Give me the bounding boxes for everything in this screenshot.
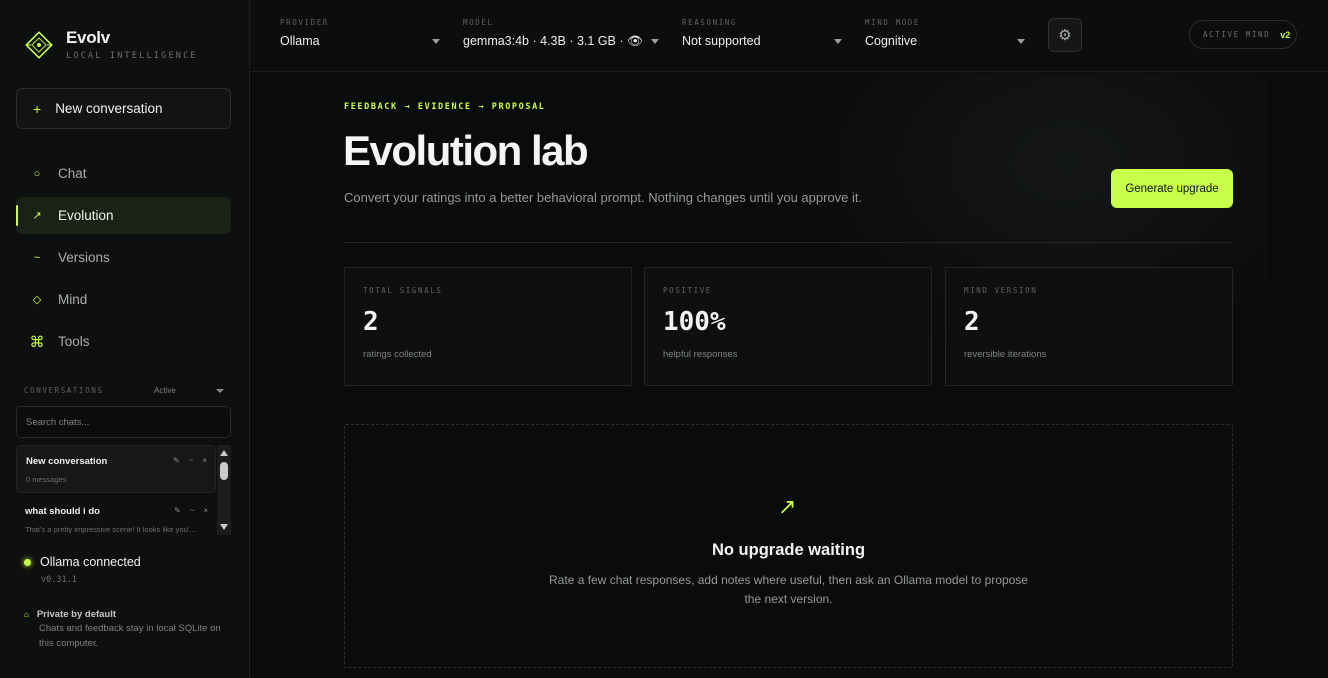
evolv-logo-icon: [24, 30, 54, 60]
mind-mode-label: MIND MODE: [865, 18, 921, 27]
evolution-lab-panel: FEEDBACK → EVIDENCE → PROPOSAL Evolution…: [250, 73, 1328, 678]
conversations-label: CONVERSATIONS: [24, 386, 104, 395]
stat-description: reversible iterations: [964, 349, 1047, 360]
scroll-down-icon[interactable]: [220, 524, 228, 530]
scroll-thumb[interactable]: [220, 462, 228, 480]
settings-button[interactable]: ⚙: [1048, 18, 1082, 52]
conversation-scrollbar[interactable]: [217, 445, 231, 535]
sidebar-item-label: Tools: [58, 334, 90, 349]
arrow-up-right-icon: ↗: [32, 210, 42, 222]
active-mind-label: ACTIVE MIND: [1203, 30, 1271, 39]
provider-label: PROVIDER: [280, 18, 329, 27]
reasoning-value: Not supported: [682, 34, 761, 48]
sidebar-item-chat[interactable]: ○ Chat: [16, 155, 231, 192]
brand-name: Evolv: [66, 28, 110, 47]
tilde-icon: ~: [33, 251, 41, 264]
model-value: gemma3:4b · 4.3B · 3.1 GB · 👁: [463, 34, 643, 48]
tilde-icon[interactable]: ~: [189, 456, 194, 465]
reasoning-select[interactable]: REASONING Not supported: [682, 18, 842, 48]
tilde-icon[interactable]: ~: [190, 506, 195, 515]
mind-mode-value: Cognitive: [865, 34, 918, 48]
stat-label: MIND VERSION: [964, 286, 1038, 295]
plus-icon: +: [33, 100, 42, 117]
close-icon[interactable]: ×: [202, 456, 207, 465]
search-chats-input[interactable]: [16, 406, 231, 438]
sidebar-item-label: Mind: [58, 292, 88, 307]
conversation-meta: That's a pretty impressive scene! It loo…: [25, 525, 196, 534]
edit-icon[interactable]: ✎: [174, 506, 181, 515]
generate-upgrade-button[interactable]: Generate upgrade: [1111, 169, 1233, 208]
scroll-up-icon[interactable]: [220, 450, 228, 456]
sidebar-item-label: Chat: [58, 166, 87, 181]
sidebar: Evolv LOCAL INTELLIGENCE + New conversat…: [0, 0, 250, 678]
home-icon: ⌂: [24, 610, 29, 619]
conversation-meta: 0 messages: [26, 475, 67, 484]
conversation-filter-select[interactable]: Active: [154, 386, 224, 395]
arrow-up-right-icon: ↗: [778, 494, 797, 519]
diamond-icon: ◇: [32, 294, 42, 306]
provider-value: Ollama: [280, 34, 320, 48]
stat-value: 100%: [663, 307, 726, 337]
conversations-header: CONVERSATIONS Active: [24, 386, 224, 395]
stat-description: ratings collected: [363, 349, 432, 360]
chevron-down-icon[interactable]: [1017, 39, 1025, 44]
list-item[interactable]: what should i do That's a pretty impress…: [16, 496, 216, 535]
stat-card-mind-version: MIND VERSION 2 reversible iterations: [945, 267, 1233, 386]
stat-value: 2: [363, 307, 379, 337]
chevron-down-icon: [216, 388, 224, 393]
provider-select[interactable]: PROVIDER Ollama: [280, 18, 440, 48]
brand-subtitle: LOCAL INTELLIGENCE: [66, 51, 198, 61]
stat-description: helpful responses: [663, 349, 738, 360]
connection-status: Ollama connected v0.31.1: [24, 555, 141, 585]
active-mind-badge: ACTIVE MIND v2: [1189, 20, 1297, 49]
empty-state: ↗ No upgrade waiting Rate a few chat res…: [344, 424, 1233, 668]
stat-label: TOTAL SIGNALS: [363, 286, 443, 295]
status-dot-icon: [24, 558, 31, 566]
conversation-list: New conversation 0 messages ✎ ~ × what s…: [16, 445, 231, 535]
chevron-down-icon[interactable]: [834, 39, 842, 44]
mind-mode-select[interactable]: MIND MODE Cognitive: [865, 18, 1025, 48]
eyebrow: FEEDBACK → EVIDENCE → PROPOSAL: [344, 102, 546, 112]
empty-state-description: Rate a few chat responses, add notes whe…: [549, 573, 1028, 606]
privacy-title: Private by default: [36, 609, 117, 620]
page-subtitle: Convert your ratings into a better behav…: [344, 190, 863, 205]
model-select[interactable]: MODEL gemma3:4b · 4.3B · 3.1 GB · 👁: [463, 18, 663, 49]
sidebar-item-mind[interactable]: ◇ Mind: [16, 281, 231, 318]
privacy-description: Chats and feedback stay in local SQLite …: [39, 623, 221, 649]
stat-card-total-signals: TOTAL SIGNALS 2 ratings collected: [344, 267, 632, 386]
conversation-filter-value: Active: [154, 386, 176, 395]
new-conversation-button[interactable]: + New conversation: [16, 88, 231, 129]
sidebar-item-tools[interactable]: ⌘ Tools: [16, 323, 231, 360]
page-title: Evolution lab: [343, 127, 589, 174]
divider: [344, 242, 1233, 243]
sidebar-item-evolution[interactable]: ↗ Evolution: [16, 197, 231, 234]
sidebar-nav: ○ Chat ↗ Evolution ~ Versions ◇ Mind ⌘ T…: [16, 155, 231, 365]
chevron-down-icon[interactable]: [651, 39, 659, 44]
sidebar-item-label: Evolution: [58, 208, 114, 223]
empty-state-title: No upgrade waiting: [711, 541, 866, 559]
close-icon[interactable]: ×: [203, 506, 208, 515]
privacy-notice: ⌂ Private by default Chats and feedback …: [24, 609, 224, 651]
model-label: MODEL: [463, 18, 494, 27]
new-conversation-label: New conversation: [55, 101, 163, 116]
brand[interactable]: Evolv LOCAL INTELLIGENCE: [24, 28, 198, 61]
top-bar: PROVIDER Ollama MODEL gemma3:4b · 4.3B ·…: [250, 0, 1328, 72]
edit-icon[interactable]: ✎: [173, 456, 180, 465]
status-version: v0.31.1: [41, 575, 77, 585]
sidebar-item-label: Versions: [58, 250, 110, 265]
command-icon: ⌘: [29, 333, 45, 351]
gear-icon: ⚙: [1058, 27, 1072, 44]
stat-value: 2: [964, 307, 980, 337]
sidebar-item-versions[interactable]: ~ Versions: [16, 239, 231, 276]
circle-icon: ○: [33, 167, 41, 180]
reasoning-label: REASONING: [682, 18, 738, 27]
stat-card-positive: POSITIVE 100% helpful responses: [644, 267, 932, 386]
chevron-down-icon[interactable]: [432, 39, 440, 44]
active-mind-version: v2: [1280, 29, 1291, 40]
stat-label: POSITIVE: [663, 286, 712, 295]
list-item[interactable]: New conversation 0 messages ✎ ~ ×: [16, 445, 216, 493]
status-text: Ollama connected: [40, 555, 141, 569]
